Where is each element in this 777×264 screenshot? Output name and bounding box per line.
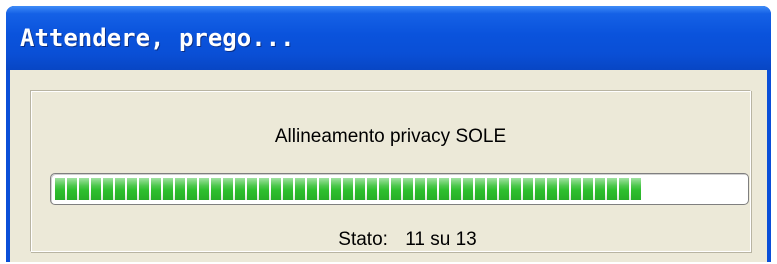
dialog-client-area: Allineamento privacy SOLE Stato: 11 su 1… xyxy=(10,70,767,262)
progress-panel: Allineamento privacy SOLE Stato: 11 su 1… xyxy=(30,90,751,252)
title-bar[interactable]: Attendere, prego... xyxy=(6,6,771,70)
progress-bar-fill xyxy=(55,178,641,200)
window-title: Attendere, prego... xyxy=(20,24,295,52)
status-line: Stato: 11 su 13 xyxy=(31,229,750,251)
progress-message: Allineamento privacy SOLE xyxy=(274,126,507,147)
progress-dialog-window: Attendere, prego... Allineamento privacy… xyxy=(6,6,771,262)
status-label: Stato: xyxy=(338,229,388,250)
progress-bar xyxy=(50,173,749,205)
status-value: 11 su 13 xyxy=(405,229,477,250)
